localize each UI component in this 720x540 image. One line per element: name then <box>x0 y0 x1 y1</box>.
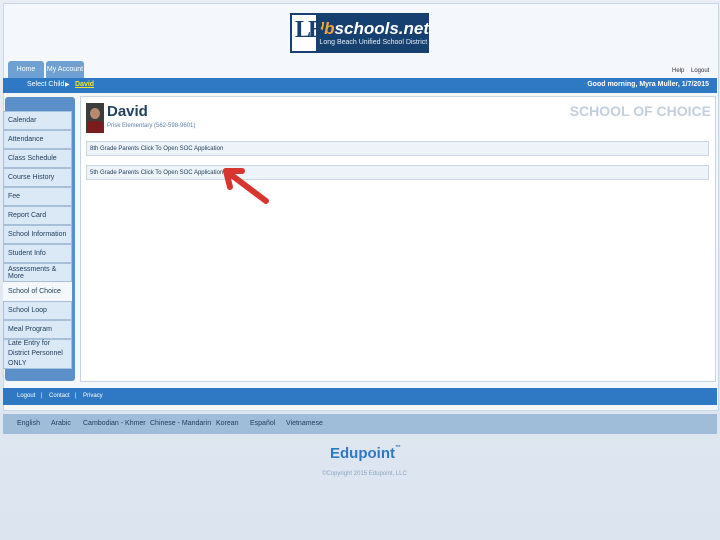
logo-subtitle: Long Beach Unified School District <box>319 39 428 46</box>
annotation-arrow-icon <box>223 168 269 204</box>
logo-mark-icon: LB <box>292 15 324 51</box>
footer-separator: | <box>75 393 77 399</box>
sidebar-item-late-entry[interactable]: Late Entry for District Personnel ONLY <box>3 339 72 369</box>
logo-name-prefix: lb <box>319 19 335 38</box>
sidebar-item-school-information[interactable]: School Information <box>3 225 72 244</box>
lang-espanol[interactable]: Español <box>250 420 275 427</box>
footer-contact-link[interactable]: Contact <box>49 393 70 399</box>
student-shirt <box>87 121 103 133</box>
child-select-bar: Select Child ▶ David Good morning, Myra … <box>3 78 717 93</box>
sidebar-item-school-loop[interactable]: School Loop <box>3 301 72 320</box>
sidebar-item-course-history[interactable]: Course History <box>3 168 72 187</box>
sidebar-item-class-schedule[interactable]: Class Schedule <box>3 149 72 168</box>
logo-mark-letters: LB <box>295 17 324 43</box>
lang-korean[interactable]: Korean <box>216 420 239 427</box>
trademark-mark: ™ <box>394 445 401 451</box>
logo-name: lbschools.net <box>319 20 429 38</box>
lang-arabic[interactable]: Arabic <box>51 420 71 427</box>
sidebar-item-fee[interactable]: Fee <box>3 187 72 206</box>
select-child-label[interactable]: Select Child <box>27 81 64 88</box>
selected-child-link[interactable]: David <box>75 81 94 88</box>
edupoint-logo[interactable]: Edupoint™ <box>330 445 401 462</box>
soc-application-link-5th[interactable]: 5th Grade Parents Click To Open SOC Appl… <box>86 165 709 180</box>
footer-logout-link[interactable]: Logout <box>17 393 35 399</box>
lang-vietnamese[interactable]: Vietnamese <box>286 420 323 427</box>
student-school: Prisk Elementary (562-598-9601) <box>107 123 196 129</box>
sidebar-item-report-card[interactable]: Report Card <box>3 206 72 225</box>
sidebar-item-calendar[interactable]: Calendar <box>3 111 72 130</box>
soc-application-link-8th[interactable]: 8th Grade Parents Click To Open SOC Appl… <box>86 141 709 156</box>
lang-mandarin[interactable]: Chinese - Mandarin <box>150 420 211 427</box>
language-bar: English Arabic Cambodian - Khmer Chinese… <box>3 414 717 434</box>
page-title: SCHOOL OF CHOICE <box>569 103 711 119</box>
sidebar-item-assessments[interactable]: Assessments & More <box>3 263 72 282</box>
footer-privacy-link[interactable]: Privacy <box>83 393 103 399</box>
triangle-right-icon[interactable]: ▶ <box>65 81 70 88</box>
sidebar-item-meal-program[interactable]: Meal Program <box>3 320 72 339</box>
tab-home[interactable]: Home <box>8 61 44 78</box>
logout-link-top[interactable]: Logout <box>691 68 709 74</box>
lang-english[interactable]: English <box>17 420 40 427</box>
sidebar-item-school-of-choice[interactable]: School of Choice <box>3 282 72 301</box>
help-link[interactable]: Help <box>672 68 684 74</box>
lang-khmer[interactable]: Cambodian - Khmer <box>83 420 146 427</box>
footer-separator: | <box>41 393 43 399</box>
logo-name-suffix: schools.net <box>334 19 429 38</box>
logo-text: lbschools.net Long Beach Unified School … <box>319 20 429 47</box>
sidebar-item-attendance[interactable]: Attendance <box>3 130 72 149</box>
student-face <box>90 108 100 119</box>
main-content: David Prisk Elementary (562-598-9601) SC… <box>80 96 716 382</box>
student-photo <box>86 103 104 133</box>
copyright-text: ©Copyright 2015 Edupoint, LLC <box>322 471 407 477</box>
student-name: David <box>107 103 148 120</box>
greeting-text: Good morning, Myra Muller, 1/7/2015 <box>587 81 709 88</box>
sidebar-item-student-info[interactable]: Student Info <box>3 244 72 263</box>
district-logo[interactable]: LB lbschools.net Long Beach Unified Scho… <box>290 13 429 53</box>
tab-my-account[interactable]: My Account <box>46 61 84 78</box>
footer-bar: Logout | Contact | Privacy <box>3 388 717 405</box>
edupoint-name: Edupoint <box>330 445 395 462</box>
